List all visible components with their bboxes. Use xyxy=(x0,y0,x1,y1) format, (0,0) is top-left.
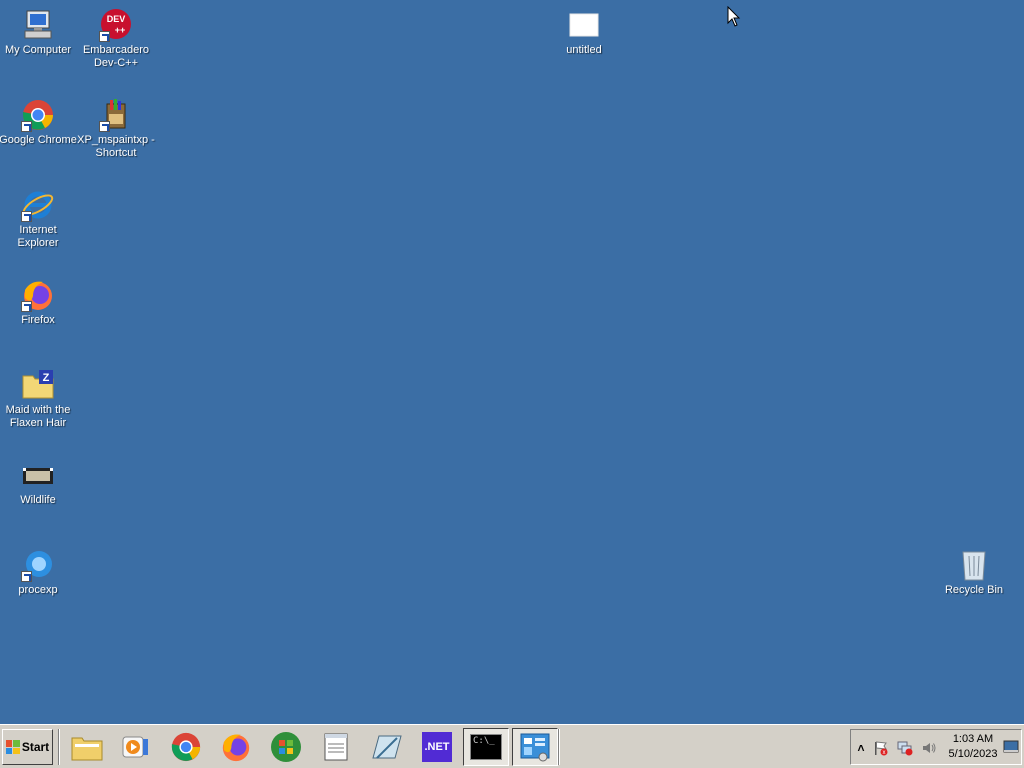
desktop-icon-wildlife[interactable]: Wildlife xyxy=(0,458,78,507)
computer-icon xyxy=(21,8,55,42)
icon-label: procexp xyxy=(18,584,58,596)
zip-folder-icon: Z xyxy=(21,368,55,402)
svg-text:x: x xyxy=(883,750,886,756)
shortcut-arrow-icon xyxy=(21,571,32,582)
ie-icon xyxy=(21,188,55,222)
svg-text:Z: Z xyxy=(43,372,50,384)
icon-label: Firefox xyxy=(21,314,55,326)
taskbar-app-file-explorer[interactable] xyxy=(64,728,110,766)
desktop-icon-untitled[interactable]: untitled xyxy=(544,8,624,57)
icon-label: XP_mspaintxp - Shortcut xyxy=(77,134,155,159)
action-center-flag-icon[interactable]: x xyxy=(873,740,889,756)
firefox-icon xyxy=(222,734,250,762)
shortcut-arrow-icon xyxy=(99,121,110,132)
taskbar-app-media-player[interactable] xyxy=(113,728,159,766)
shortcut-arrow-icon xyxy=(21,301,32,312)
video-icon xyxy=(21,458,55,492)
shortcut-arrow-icon xyxy=(21,121,32,132)
windows-logo-icon xyxy=(5,740,20,754)
devcpp-icon: DEV ++ xyxy=(99,8,133,42)
clock-date: 5/10/2023 xyxy=(948,748,998,760)
start-button[interactable]: Start xyxy=(2,729,53,765)
icon-label: My Computer xyxy=(4,44,72,56)
desktop: My Computer DEV ++ Embarcadero Dev-C++ u… xyxy=(0,0,1024,724)
tray-clock[interactable]: 1:03 AM 5/10/2023 xyxy=(943,732,1003,762)
network-disconnected-icon[interactable] xyxy=(897,740,913,756)
mouse-cursor-icon xyxy=(727,5,741,33)
desktop-icon-procexp[interactable]: procexp xyxy=(0,548,78,597)
taskbar-app-editor[interactable] xyxy=(363,728,409,766)
chrome-icon xyxy=(171,732,201,762)
desktop-icon-firefox[interactable]: Firefox xyxy=(0,278,78,327)
shortcut-arrow-icon xyxy=(21,211,32,222)
taskbar-app-control-panel[interactable] xyxy=(512,728,558,766)
paint-icon xyxy=(99,98,133,132)
taskbar-app-firefox[interactable] xyxy=(213,728,259,766)
dotnet-icon: .NET xyxy=(422,732,452,762)
desktop-icon-my-computer[interactable]: My Computer xyxy=(0,8,78,57)
desktop-icon-mspaint[interactable]: XP_mspaintxp - Shortcut xyxy=(76,98,156,160)
desktop-icon-internet-explorer[interactable]: Internet Explorer xyxy=(0,188,78,250)
taskbar-app-notepad[interactable] xyxy=(313,728,359,766)
notepad-icon xyxy=(324,733,348,761)
pencil-pad-icon xyxy=(372,735,402,759)
svg-text:++: ++ xyxy=(115,25,126,35)
system-tray: ˄ x 1:03 AM 5/10/2023 xyxy=(850,729,1022,765)
taskbar: Start .NET C:\_ ˄ x 1:03 AM 5/10/2023 xyxy=(0,724,1024,768)
icon-label: Maid with the Flaxen Hair xyxy=(5,404,71,429)
blank-file-icon xyxy=(567,8,601,42)
taskbar-app-chrome[interactable] xyxy=(163,728,209,766)
icon-label: untitled xyxy=(566,44,602,56)
recycle-bin-icon xyxy=(957,548,991,582)
taskbar-separator xyxy=(58,729,60,765)
desktop-icon-maid-flaxen-hair[interactable]: Z Maid with the Flaxen Hair xyxy=(0,368,78,430)
desktop-icon-google-chrome[interactable]: Google Chrome xyxy=(0,98,78,147)
taskbar-separator xyxy=(558,729,560,765)
taskbar-app-dotnet[interactable]: .NET xyxy=(414,728,460,766)
desktop-icon-recycle-bin[interactable]: Recycle Bin xyxy=(934,548,1014,597)
clock-time: 1:03 AM xyxy=(952,733,994,745)
icon-label: Internet Explorer xyxy=(17,224,59,249)
shortcut-arrow-icon xyxy=(99,31,110,42)
taskbar-app-command-prompt[interactable]: C:\_ xyxy=(463,728,509,766)
show-desktop-icon[interactable] xyxy=(1003,740,1019,756)
windows-logo-icon xyxy=(271,732,301,762)
chrome-icon xyxy=(21,98,55,132)
media-player-icon xyxy=(122,736,148,758)
icon-label: Wildlife xyxy=(20,494,56,506)
volume-icon[interactable] xyxy=(921,740,937,756)
icon-label: Google Chrome xyxy=(0,134,77,146)
icon-label: Recycle Bin xyxy=(944,584,1004,596)
control-panel-icon xyxy=(520,733,550,762)
taskbar-app-windows[interactable] xyxy=(263,728,309,766)
desktop-icon-devcpp[interactable]: DEV ++ Embarcadero Dev-C++ xyxy=(76,8,156,70)
procexp-icon xyxy=(21,548,55,582)
firefox-icon xyxy=(21,278,55,312)
show-hidden-icons-chevron-icon[interactable]: ˄ xyxy=(853,740,869,756)
cmd-icon: C:\_ xyxy=(470,734,502,760)
folder-icon xyxy=(71,737,103,761)
icon-label: Embarcadero Dev-C++ xyxy=(82,44,150,69)
start-label: Start xyxy=(21,740,50,754)
svg-text:DEV: DEV xyxy=(107,14,126,24)
